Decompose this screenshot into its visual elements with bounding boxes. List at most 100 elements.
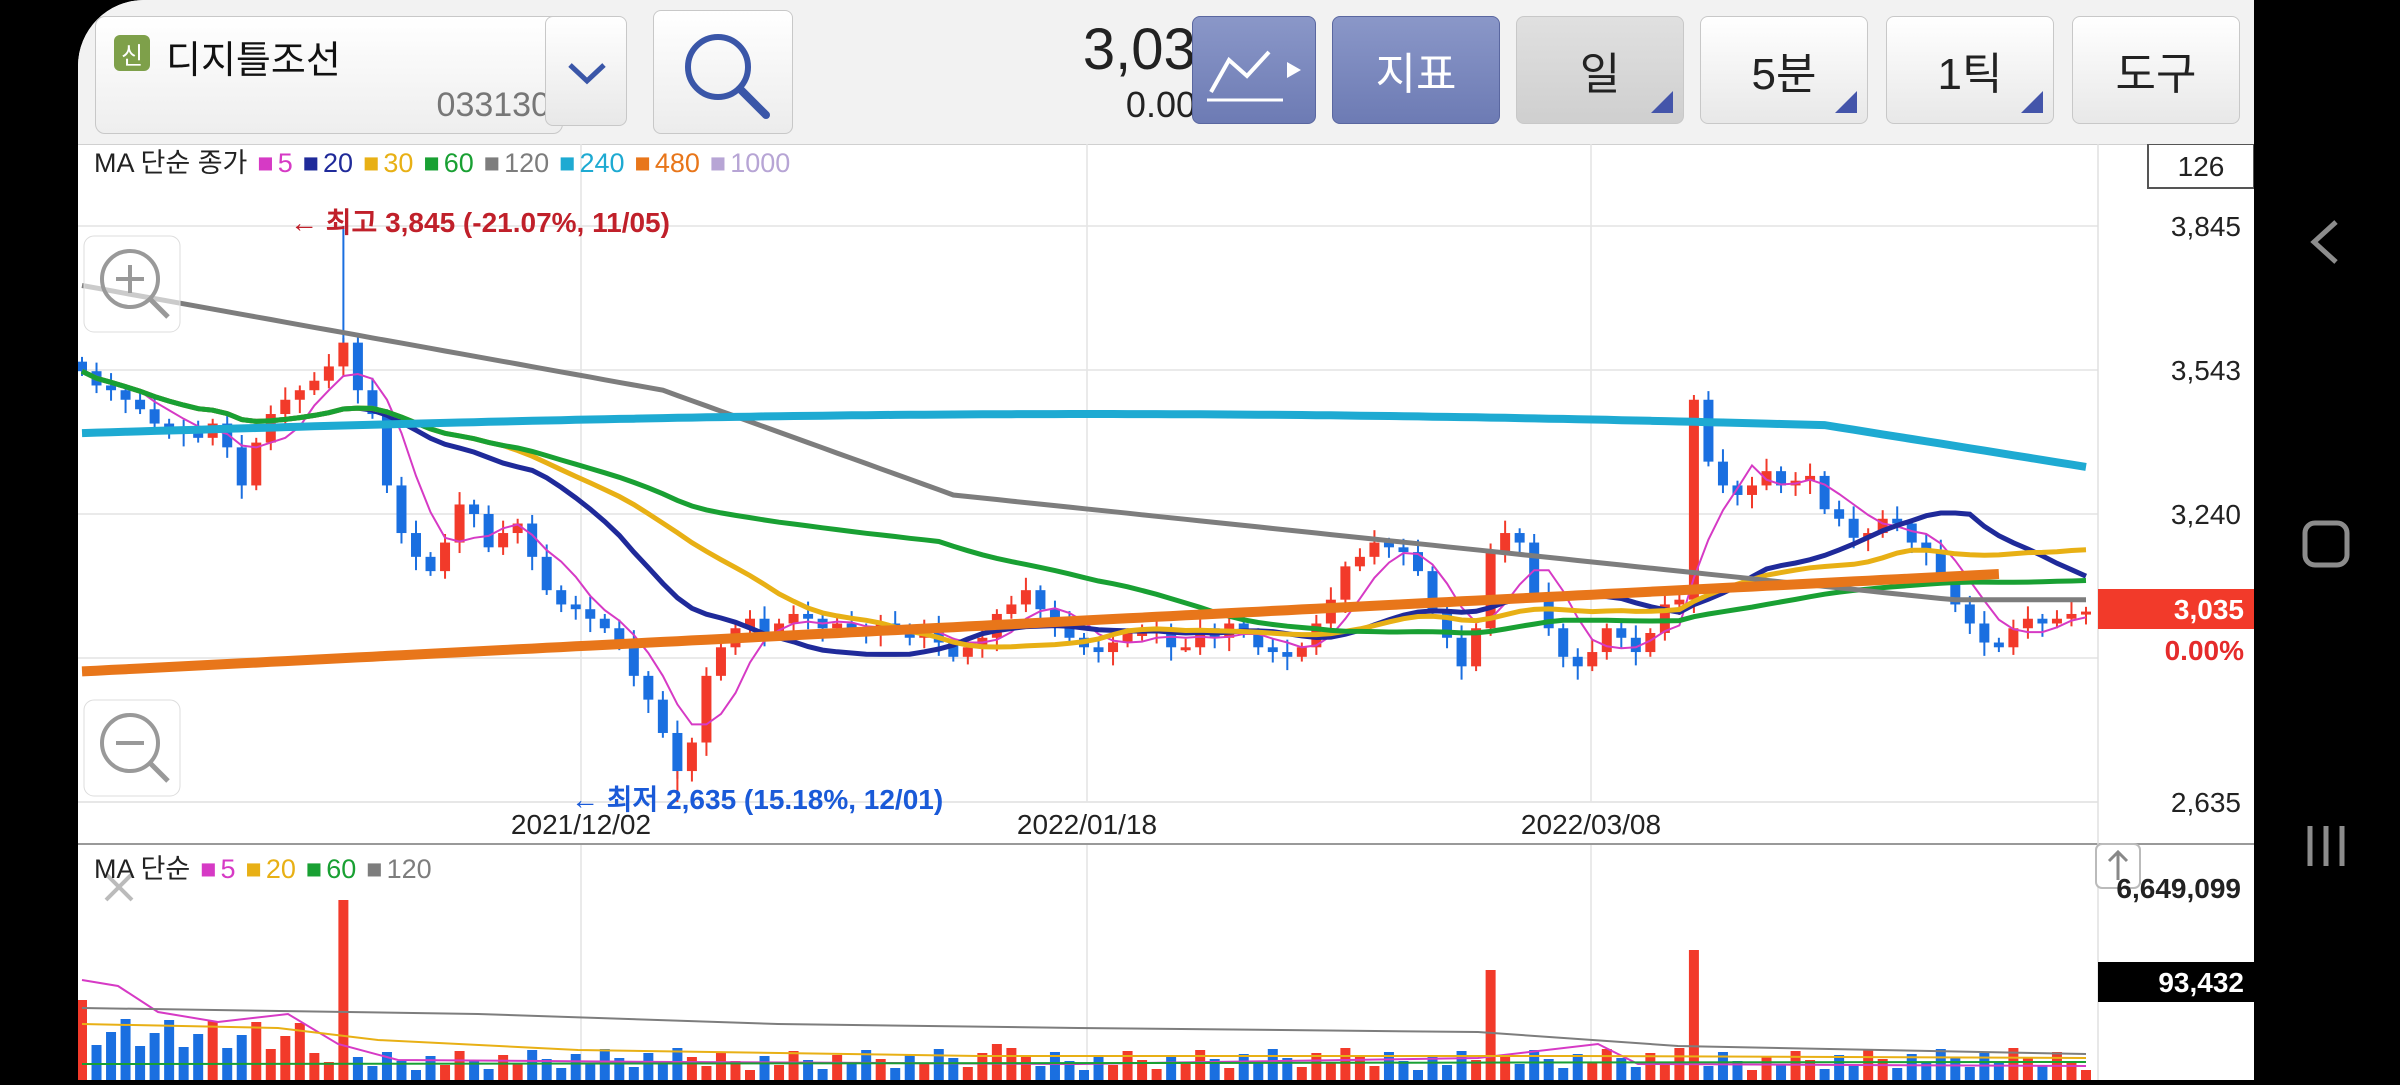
candle-body (1093, 647, 1104, 653)
period-day-button[interactable]: 일 (1516, 16, 1684, 124)
legend-swatch: ■ (484, 148, 500, 178)
candle-body (1354, 556, 1365, 567)
volume-bar (1630, 1067, 1641, 1080)
volume-bar (1151, 1069, 1162, 1080)
legend-item: 30 (383, 148, 413, 178)
back-icon[interactable] (2310, 220, 2338, 264)
candle-body (570, 604, 581, 610)
price-chart[interactable]: MA 단순 종가 ■ 5 ■ 20 ■ 30 ■ 60 ■ 120 ■ 240 ■ 480 ■ 1000 MA … (78, 144, 2254, 1080)
period-5min-button[interactable]: 5분 (1700, 16, 1868, 124)
volume-bar (1601, 1049, 1612, 1080)
volume-bar (745, 1070, 755, 1080)
volume-bar (1413, 1070, 1423, 1080)
volume-bar (846, 1064, 857, 1080)
volume-bar (2037, 1066, 2048, 1080)
candle-body (556, 590, 567, 605)
candle-body (1964, 604, 1975, 624)
candle-body (1674, 599, 1685, 605)
volume-bar (338, 900, 349, 1080)
candle-body (657, 699, 668, 733)
candle-body (352, 342, 363, 391)
candle-body (527, 523, 538, 557)
legend-swatch: ■ (635, 148, 651, 178)
legend-item: 60 (444, 148, 474, 178)
candle-body (1108, 642, 1119, 653)
legend-swatch: ■ (366, 854, 382, 884)
y-tick-label: 3,240 (2171, 499, 2241, 530)
stock-selector[interactable]: 신 디지틀조선 033130 (95, 16, 563, 134)
volume-bar (948, 1058, 959, 1080)
volume-bar (1267, 1049, 1278, 1080)
candle-body (585, 609, 596, 619)
zoom-in-button[interactable] (83, 235, 181, 333)
volume-bar (91, 1045, 102, 1080)
candle-body (251, 442, 262, 486)
volume-bar (280, 1036, 291, 1080)
legend-swatch: ■ (423, 148, 439, 178)
volume-bar (1166, 1055, 1177, 1080)
volume-bar (832, 1055, 843, 1080)
indicator-button[interactable]: 지표 (1332, 16, 1500, 124)
volume-bar (440, 1065, 451, 1080)
volume-axis-max: 6,649,099 (2116, 873, 2241, 904)
period-day-label: 일 (1579, 50, 1621, 99)
volume-bars (78, 900, 2091, 1080)
candle-body (294, 390, 305, 400)
volume-bar (643, 1053, 654, 1080)
volume-tag-value: 93,432 (2158, 967, 2244, 998)
price-tag-pct: 0.00% (2165, 635, 2244, 666)
volume-bar (585, 1063, 596, 1080)
volume-bar (1296, 1067, 1307, 1080)
search-button[interactable] (653, 10, 793, 134)
volume-bar (512, 1064, 523, 1080)
volume-bar (1195, 1050, 1206, 1080)
candle-body (803, 613, 814, 619)
tools-button[interactable]: 도구 (2072, 16, 2240, 124)
volume-bar (1529, 1050, 1540, 1080)
recents-icon[interactable] (2307, 826, 2345, 866)
candle-body (1398, 547, 1409, 553)
legend-item: 60 (326, 854, 356, 884)
candle-body (396, 485, 407, 534)
credit-badge: 신 (114, 35, 150, 71)
home-icon[interactable] (2302, 520, 2350, 568)
stock-dropdown-button[interactable] (545, 16, 627, 126)
volume-bar (1020, 1057, 1031, 1080)
period-tick-button[interactable]: 1틱 (1886, 16, 2054, 124)
volume-bar (1108, 1065, 1119, 1080)
candle-body (686, 742, 697, 772)
volume-bar (1093, 1056, 1104, 1080)
legend-title: MA 단순 (94, 854, 190, 884)
volume-bar (1079, 1070, 1089, 1080)
legend-item: 120 (387, 854, 432, 884)
volume-bar (686, 1057, 697, 1080)
x-tick-label: 2021/12/02 (511, 809, 651, 840)
candle-body (599, 618, 610, 629)
chart-type-button[interactable] (1192, 16, 1316, 124)
candle-body (1993, 642, 2004, 648)
chevron-down-icon (568, 63, 606, 85)
candle-body (832, 623, 843, 629)
volume-bar (498, 1055, 509, 1080)
candle-body (2022, 618, 2033, 629)
zoom-out-button[interactable] (83, 699, 181, 797)
volume-bar (1747, 1070, 1757, 1080)
volume-bar (904, 1054, 915, 1080)
candle-body (1819, 475, 1830, 510)
high-annotation: ← 최고 3,845 (-21.07%, 11/05) (290, 207, 670, 238)
candle-body (1906, 523, 1917, 543)
volume-bar (1834, 1055, 1845, 1080)
volume-bar (788, 1051, 799, 1080)
volume-bar (1776, 1065, 1787, 1080)
candle-body (78, 361, 87, 372)
candle-body (454, 504, 465, 543)
candle-body (1616, 628, 1627, 638)
volume-bar (977, 1053, 988, 1080)
candle-body (643, 675, 654, 700)
volume-bar (309, 1053, 320, 1080)
x-tick-label: 2022/03/08 (1521, 809, 1661, 840)
candle-body (1529, 542, 1540, 595)
volume-bar (483, 1069, 494, 1080)
volume-bar (1587, 1063, 1598, 1080)
volume-bar (78, 1000, 87, 1080)
